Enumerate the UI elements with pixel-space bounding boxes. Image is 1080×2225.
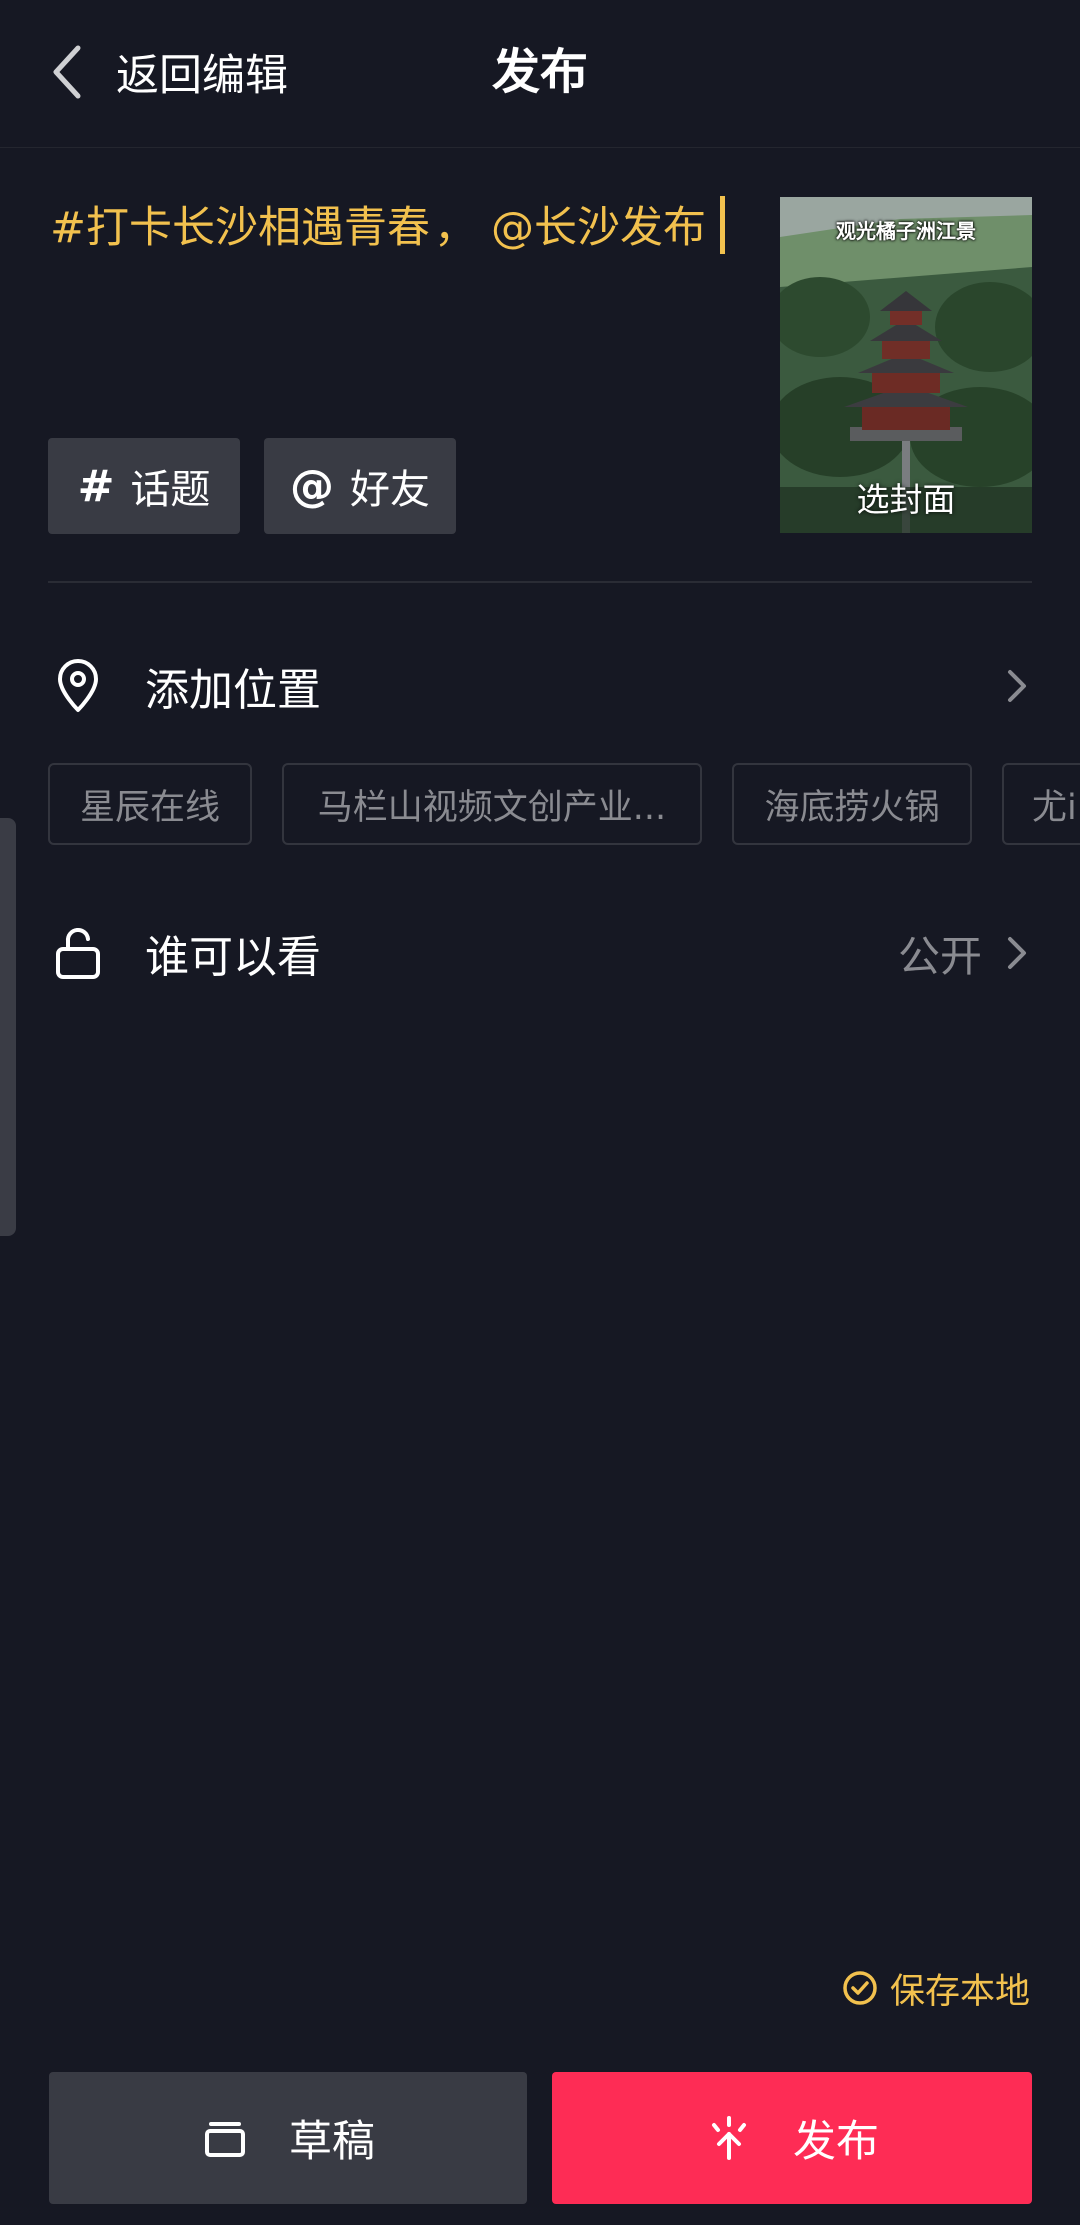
location-suggestion[interactable]: 马栏山视频文创产业... (282, 763, 702, 845)
caption-separator: ， (434, 203, 478, 253)
scroll-indicator (0, 818, 16, 1236)
mention-friend-button[interactable]: @ 好友 (264, 438, 456, 534)
text-cursor (720, 196, 726, 254)
publish-spark-icon (712, 2116, 746, 2160)
draft-button[interactable]: 草稿 (49, 2072, 527, 2204)
caption-hashtag[interactable]: #打卡长沙相遇青春 (50, 203, 430, 253)
chevron-right-icon (1008, 937, 1026, 969)
topic-button[interactable]: # 话题 (48, 438, 240, 534)
draft-label: 草稿 (289, 2117, 375, 2167)
location-suggestion[interactable]: 海底捞火锅 (732, 763, 972, 845)
page-title: 发布 (491, 44, 588, 100)
save-local-toggle[interactable]: 保存本地 (842, 1960, 1030, 2016)
add-location-label: 添加位置 (145, 665, 321, 716)
location-pin-icon (58, 659, 98, 712)
publish-page: 返回编辑 发布 #打卡长沙相遇青春， @长沙发布 观光橘子洲江景 选封面 # 话… (0, 0, 1080, 2225)
location-suggestion[interactable]: 星辰在线 (48, 763, 252, 845)
chevron-right-icon (1008, 670, 1026, 702)
at-icon: @ (290, 460, 334, 512)
draft-box-icon (205, 2122, 245, 2157)
cover-selector[interactable]: 观光橘子洲江景 选封面 (780, 197, 1032, 533)
topic-label: 话题 (130, 467, 211, 513)
add-location-row[interactable]: 添加位置 (0, 638, 1080, 734)
header: 返回编辑 发布 (0, 0, 1080, 148)
check-circle-icon (843, 1971, 877, 2005)
location-suggestion[interactable]: 尤il (1002, 763, 1080, 845)
unlock-icon (56, 928, 100, 979)
cover-overlay-text: 观光橘子洲江景 (836, 219, 976, 243)
save-local-label: 保存本地 (889, 1971, 1030, 2012)
divider (48, 581, 1032, 583)
friend-label: 好友 (350, 467, 430, 513)
visibility-label: 谁可以看 (145, 932, 321, 983)
publish-label: 发布 (793, 2117, 879, 2167)
select-cover-label: 选封面 (856, 480, 956, 519)
visibility-value: 公开 (897, 931, 982, 981)
publish-button[interactable]: 发布 (552, 2072, 1032, 2204)
hashtag-icon: # (77, 460, 115, 512)
caption-input[interactable]: #打卡长沙相遇青春， @长沙发布 (50, 196, 750, 260)
caption-mention[interactable]: @长沙发布 (491, 203, 706, 253)
visibility-row[interactable]: 谁可以看 公开 (0, 905, 1080, 1001)
